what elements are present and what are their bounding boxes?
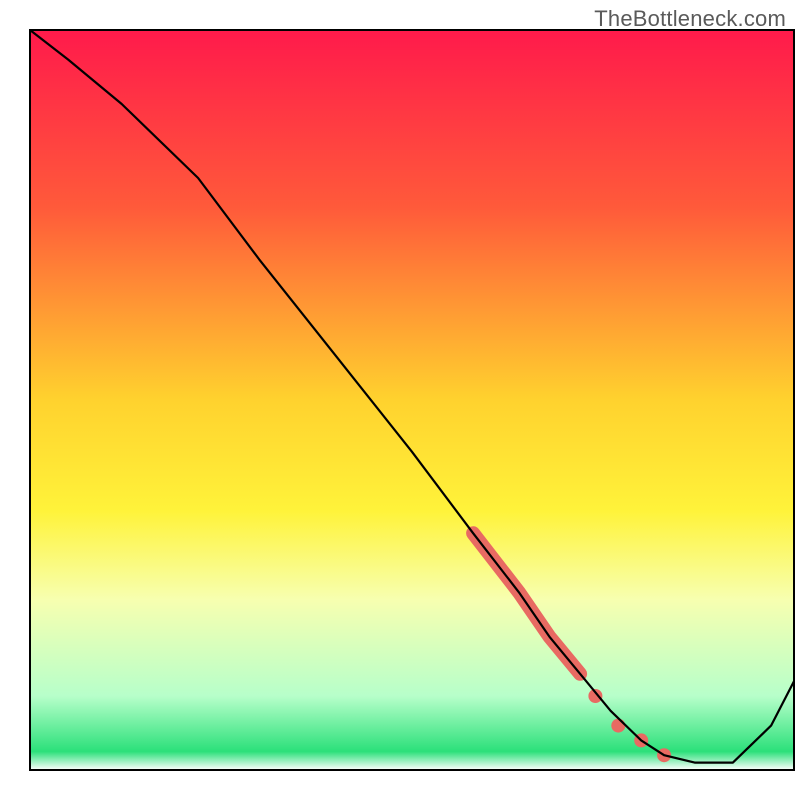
curve-point [611, 719, 625, 733]
watermark-text: TheBottleneck.com [594, 6, 786, 32]
bottleneck-chart: TheBottleneck.com [0, 0, 800, 800]
plot-frame [30, 30, 794, 770]
bottleneck-curve [30, 30, 794, 763]
chart-overlay [0, 0, 800, 800]
